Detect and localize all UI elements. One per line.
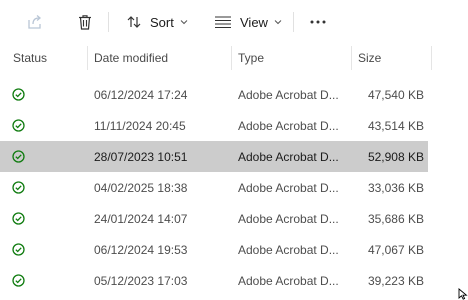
column-divider[interactable] [231, 46, 232, 70]
mouse-cursor-icon [458, 288, 468, 300]
type-cell: Adobe Acrobat D... [238, 273, 339, 288]
view-label: View [240, 14, 268, 30]
file-list: 06/12/2024 17:24 Adobe Acrobat D... 47,5… [0, 79, 428, 296]
toolbar-separator [108, 12, 109, 32]
sort-button[interactable]: Sort [126, 8, 188, 36]
table-row[interactable]: 04/02/2025 18:38 Adobe Acrobat D... 33,0… [0, 172, 428, 203]
synced-check-icon [12, 243, 25, 256]
view-button[interactable]: View [214, 8, 282, 36]
column-header-type[interactable]: Type [238, 46, 264, 70]
size-cell: 52,908 KB [367, 149, 424, 164]
type-cell: Adobe Acrobat D... [238, 149, 339, 164]
type-cell: Adobe Acrobat D... [238, 118, 339, 133]
sort-icon [127, 16, 141, 28]
ellipsis-icon [310, 20, 326, 24]
share-icon [28, 15, 42, 29]
size-cell: 35,686 KB [367, 211, 424, 226]
column-header-date-modified[interactable]: Date modified [94, 46, 168, 70]
column-header-status[interactable]: Status [13, 46, 47, 70]
date-modified-cell: 24/01/2024 14:07 [94, 211, 188, 226]
column-divider[interactable] [431, 46, 432, 70]
column-divider[interactable] [351, 46, 352, 70]
date-modified-cell: 05/12/2023 17:03 [94, 273, 188, 288]
delete-button[interactable] [76, 8, 94, 36]
date-modified-cell: 11/11/2024 20:45 [94, 118, 186, 133]
size-cell: 33,036 KB [367, 180, 424, 195]
share-button[interactable] [26, 8, 44, 36]
size-cell: 43,514 KB [367, 118, 424, 133]
column-header-size[interactable]: Size [358, 46, 381, 70]
synced-check-icon [12, 150, 25, 163]
table-row[interactable]: 06/12/2024 19:53 Adobe Acrobat D... 47,0… [0, 234, 428, 265]
column-header-row: Status Date modified Type Size [0, 46, 468, 70]
type-cell: Adobe Acrobat D... [238, 180, 339, 195]
synced-check-icon [12, 119, 25, 132]
size-cell: 47,067 KB [367, 242, 424, 257]
date-modified-cell: 06/12/2024 19:53 [94, 242, 188, 257]
command-bar: Sort View [0, 0, 468, 44]
synced-check-icon [12, 181, 25, 194]
table-row-selected[interactable]: 28/07/2023 10:51 Adobe Acrobat D... 52,9… [0, 141, 428, 172]
toolbar-separator [293, 12, 294, 32]
type-cell: Adobe Acrobat D... [238, 242, 339, 257]
table-row[interactable]: 11/11/2024 20:45 Adobe Acrobat D... 43,5… [0, 110, 428, 141]
view-list-icon [215, 16, 231, 29]
size-cell: 39,223 KB [367, 273, 424, 288]
sort-label: Sort [150, 14, 174, 30]
date-modified-cell: 04/02/2025 18:38 [94, 180, 188, 195]
more-options-button[interactable] [309, 8, 327, 36]
date-modified-cell: 28/07/2023 10:51 [94, 149, 188, 164]
synced-check-icon [12, 274, 25, 287]
trash-icon [79, 15, 91, 30]
synced-check-icon [12, 88, 25, 101]
chevron-down-icon [180, 20, 188, 25]
column-divider[interactable] [87, 46, 88, 70]
synced-check-icon [12, 212, 25, 225]
table-row[interactable]: 24/01/2024 14:07 Adobe Acrobat D... 35,6… [0, 203, 428, 234]
type-cell: Adobe Acrobat D... [238, 87, 339, 102]
size-cell: 47,540 KB [367, 87, 424, 102]
chevron-down-icon [274, 20, 282, 25]
table-row[interactable]: 05/12/2023 17:03 Adobe Acrobat D... 39,2… [0, 265, 428, 296]
table-row[interactable]: 06/12/2024 17:24 Adobe Acrobat D... 47,5… [0, 79, 428, 110]
type-cell: Adobe Acrobat D... [238, 211, 339, 226]
date-modified-cell: 06/12/2024 17:24 [94, 87, 188, 102]
